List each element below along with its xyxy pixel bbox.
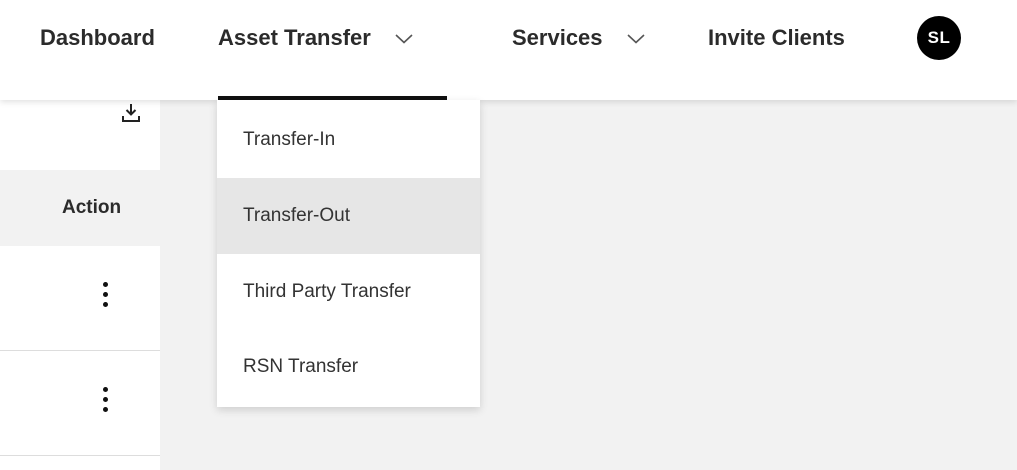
chevron-down-icon [627,23,645,51]
avatar-initials: SL [927,28,951,47]
nav-invite-clients[interactable]: Invite Clients [708,24,845,52]
nav-invite-clients-label: Invite Clients [708,25,845,50]
menu-item-label: Third Party Transfer [243,281,411,302]
table-row [0,351,160,456]
nav-asset-transfer[interactable]: Asset Transfer [218,24,413,52]
download-icon[interactable] [120,102,142,124]
nav-dashboard[interactable]: Dashboard [40,24,155,52]
nav-asset-transfer-label: Asset Transfer [218,25,371,50]
more-vertical-icon[interactable] [100,387,110,417]
menu-item-label: Transfer-Out [243,205,350,226]
table-header: Action [0,170,160,246]
menu-item-transfer-in[interactable]: Transfer-In [217,102,480,178]
menu-item-rsn-transfer[interactable]: RSN Transfer [217,329,480,405]
user-avatar[interactable]: SL [917,16,961,60]
more-vertical-icon[interactable] [100,282,110,312]
top-navigation: Dashboard Asset Transfer Services Invite… [0,0,1017,100]
nav-services[interactable]: Services [512,24,645,52]
table-row [0,246,160,351]
menu-item-label: RSN Transfer [243,356,359,377]
nav-dashboard-label: Dashboard [40,25,155,50]
action-column-header: Action [62,197,122,218]
asset-transfer-dropdown: Transfer-In Transfer-Out Third Party Tra… [217,100,480,407]
menu-item-third-party-transfer[interactable]: Third Party Transfer [217,254,480,330]
chevron-down-icon [395,23,413,51]
menu-item-transfer-out[interactable]: Transfer-Out [217,178,480,254]
nav-services-label: Services [512,25,603,50]
menu-item-label: Transfer-In [243,129,336,150]
